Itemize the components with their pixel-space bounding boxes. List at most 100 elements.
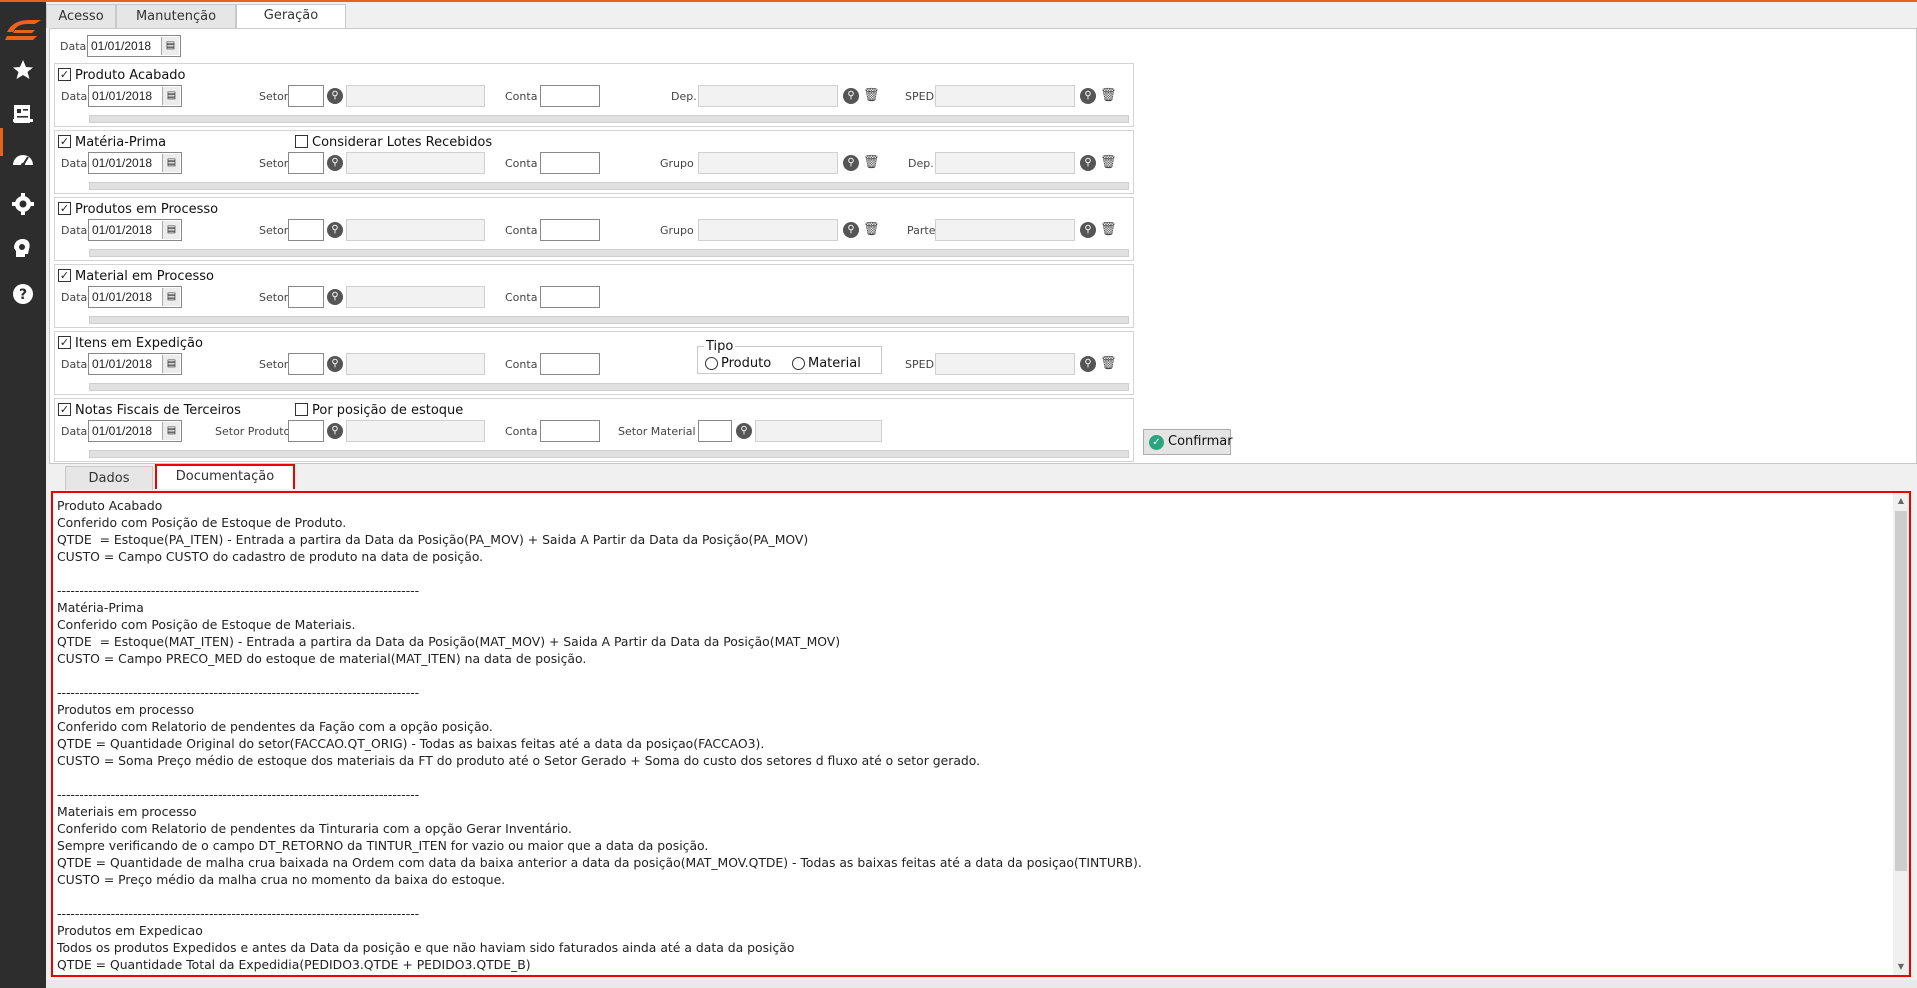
conta-input[interactable] (540, 353, 600, 375)
setor-input[interactable] (288, 286, 324, 308)
tab-geracao[interactable]: Geração (236, 4, 346, 29)
doc-line: Conferido com Posição de Estoque de Prod… (57, 515, 347, 530)
produtos-processo-label: Produtos em Processo (75, 202, 219, 217)
search-icon[interactable]: ⚲ (327, 289, 343, 305)
material-radio[interactable] (792, 357, 805, 370)
material-processo-date[interactable]: 01/01/2018 ▤ (88, 286, 182, 308)
produtos-processo-checkbox[interactable]: ✓ (58, 202, 71, 215)
progress-bar (89, 249, 1129, 257)
search-icon[interactable]: ⚲ (327, 88, 343, 104)
grupo-label: Grupo (660, 224, 694, 237)
calendar-icon[interactable]: ▤ (162, 221, 180, 239)
produto-radio[interactable] (705, 357, 718, 370)
setor-input[interactable] (288, 219, 324, 241)
check-icon: ✓ (1149, 435, 1164, 450)
setor-material-label: Setor Material (618, 425, 696, 438)
notas-fiscais-date[interactable]: 01/01/2018 ▤ (88, 420, 182, 442)
trash-icon[interactable]: 🗑 (1100, 155, 1117, 171)
conta-input[interactable] (540, 219, 600, 241)
search-icon[interactable]: ⚲ (843, 88, 859, 104)
doc-line: ----------------------------------------… (57, 906, 420, 921)
search-icon[interactable]: ⚲ (1080, 155, 1096, 171)
setor-material-input[interactable] (698, 420, 732, 442)
posicao-estoque-checkbox[interactable] (295, 403, 308, 416)
tab-documentacao[interactable]: Documentação (155, 464, 295, 489)
setor-label: Setor (259, 157, 289, 170)
produtos-processo-date[interactable]: 01/01/2018 ▤ (88, 219, 182, 241)
calendar-icon[interactable]: ▤ (161, 37, 179, 55)
lotes-checkbox[interactable] (295, 135, 308, 148)
produto-acabado-date[interactable]: 01/01/2018 ▤ (88, 85, 182, 107)
report-icon[interactable] (11, 102, 35, 126)
tab-manutencao[interactable]: Manutenção (116, 4, 236, 28)
setor-label: Setor (259, 224, 289, 237)
data-label: Data (61, 157, 88, 170)
star-icon[interactable] (11, 58, 35, 82)
calendar-icon[interactable]: ▤ (162, 422, 180, 440)
setor-input[interactable] (288, 152, 324, 174)
progress-bar (89, 182, 1129, 190)
gauge-icon[interactable] (11, 147, 35, 171)
search-icon[interactable]: ⚲ (1080, 88, 1096, 104)
setor-material-description (755, 420, 882, 442)
notas-fiscais-checkbox[interactable]: ✓ (58, 403, 71, 416)
doc-line: Todos os produtos Expedidos e antes da D… (57, 940, 795, 955)
scroll-up-icon[interactable]: ▲ (1893, 493, 1909, 509)
vertical-scrollbar[interactable]: ▲ ▼ (1893, 493, 1909, 975)
search-icon[interactable]: ⚲ (327, 423, 343, 439)
header-date-field[interactable]: 01/01/2018 ▤ (87, 35, 181, 57)
generation-panel: Data 01/01/2018 ▤ ✓ Produto Acabado Data … (49, 28, 1917, 464)
itens-expedicao-checkbox[interactable]: ✓ (58, 336, 71, 349)
search-icon[interactable]: ⚲ (327, 222, 343, 238)
tab-acesso[interactable]: Acesso (46, 4, 116, 28)
conta-input[interactable] (540, 85, 600, 107)
doc-line: QTDE = Quantidade Total da Expedidia(PED… (57, 957, 531, 972)
scroll-thumb[interactable] (1895, 511, 1907, 871)
calendar-icon[interactable]: ▤ (162, 87, 180, 105)
doc-line: CUSTO = Preço médio da malha crua no mom… (57, 872, 506, 887)
tab-dados[interactable]: Dados (65, 466, 153, 490)
doc-line: ----------------------------------------… (57, 685, 420, 700)
search-icon[interactable]: ⚲ (327, 356, 343, 372)
grupo-field (698, 219, 838, 241)
itens-expedicao-date[interactable]: 01/01/2018 ▤ (88, 353, 182, 375)
calendar-icon[interactable]: ▤ (162, 154, 180, 172)
conta-input[interactable] (540, 152, 600, 174)
search-icon[interactable]: ⚲ (843, 222, 859, 238)
gear-icon[interactable] (11, 192, 35, 216)
search-icon[interactable]: ⚲ (1080, 222, 1096, 238)
doc-line: QTDE = Estoque(PA_ITEN) - Entrada a part… (57, 532, 809, 547)
confirm-button[interactable]: ✓ Confirmar (1143, 429, 1233, 455)
conta-input[interactable] (540, 286, 600, 308)
scroll-down-icon[interactable]: ▼ (1893, 959, 1909, 975)
setor-produto-label: Setor Produto (215, 425, 291, 438)
trash-icon[interactable]: 🗑 (863, 222, 880, 238)
search-icon[interactable]: ⚲ (843, 155, 859, 171)
setor-input[interactable] (288, 85, 324, 107)
calendar-icon[interactable]: ▤ (162, 355, 180, 373)
data-label: Data (61, 358, 88, 371)
search-icon[interactable]: ⚲ (327, 155, 343, 171)
materia-prima-date[interactable]: 01/01/2018 ▤ (88, 152, 182, 174)
trash-icon[interactable]: 🗑 (1100, 356, 1117, 372)
material-processo-label: Material em Processo (75, 269, 215, 284)
trash-icon[interactable]: 🗑 (863, 155, 880, 171)
produto-acabado-checkbox[interactable]: ✓ (58, 68, 71, 81)
search-icon[interactable]: ⚲ (1080, 356, 1096, 372)
materia-prima-checkbox[interactable]: ✓ (58, 135, 71, 148)
setor-input[interactable] (288, 353, 324, 375)
help-icon[interactable]: ? (11, 282, 35, 306)
material-processo-checkbox[interactable]: ✓ (58, 269, 71, 282)
documentation-textarea[interactable]: Produto Acabado Conferido com Posição de … (51, 491, 1911, 977)
search-icon[interactable]: ⚲ (736, 423, 752, 439)
trash-icon[interactable]: 🗑 (1100, 222, 1117, 238)
head-gear-icon[interactable] (11, 237, 35, 261)
setor-label: Setor (259, 291, 289, 304)
trash-icon[interactable]: 🗑 (1100, 88, 1117, 104)
trash-icon[interactable]: 🗑 (863, 88, 880, 104)
notas-fiscais-label: Notas Fiscais de Terceiros (75, 403, 241, 418)
calendar-icon[interactable]: ▤ (162, 288, 180, 306)
doc-line: Produtos em Expedicao (57, 923, 203, 938)
setor-produto-input[interactable] (288, 420, 324, 442)
conta-input[interactable] (540, 420, 600, 442)
